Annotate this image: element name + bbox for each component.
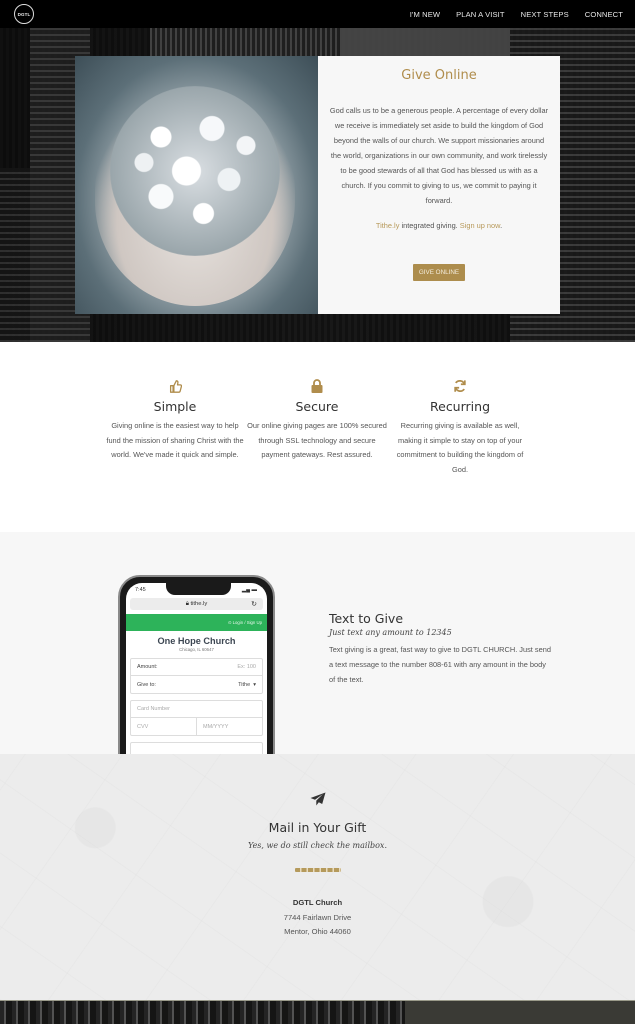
- expiry-placeholder: MM/YYYY: [203, 723, 229, 730]
- text-to-give-title: Text to Give: [329, 611, 404, 626]
- mail-title: Mail in Your Gift: [268, 820, 367, 835]
- phone-extra-form: [130, 742, 263, 754]
- give-to-selected: Tithe: [238, 681, 251, 688]
- flowers-shape: [110, 86, 280, 256]
- phone-notch: [166, 583, 231, 595]
- text-to-give-content: Text to Give Just text any amount to 123…: [329, 611, 554, 687]
- hands-flowers-image: [75, 56, 318, 314]
- footer-section: [0, 1000, 635, 1024]
- text-to-give-section: 7:45 ▂▄ ▬ 🔒︎ tithe.ly ↻ ⊙ Login / Sign U…: [0, 532, 635, 754]
- feature-body: Recurring giving is available as well, m…: [396, 421, 524, 474]
- lock-icon: 🔒︎: [185, 600, 189, 607]
- amount-label: Amount:: [137, 664, 158, 670]
- mail-subtitle: Yes, we do still check the mailbox.: [247, 841, 387, 850]
- address-name: DGTL Church: [292, 898, 343, 907]
- mail-gift-section: Mail in Your Gift Yes, we do still check…: [0, 754, 635, 1000]
- integrated-text: integrated giving.: [399, 221, 460, 230]
- phone-church-location: Chicago, IL 60647: [179, 647, 214, 652]
- divider-ornament: [294, 868, 341, 872]
- give-to-value: Tithe ▾: [238, 681, 256, 688]
- give-online-body: God calls us to be a generous people. A …: [329, 106, 549, 205]
- cvv-placeholder: CVV: [131, 718, 197, 735]
- text-to-give-subtitle: Just text any amount to 12345: [329, 628, 452, 637]
- amount-row: Amount: Ex: 100: [131, 659, 262, 676]
- extra-row: [131, 743, 262, 754]
- card-number-placeholder: Card Number: [137, 706, 171, 712]
- login-link: Login / Sign Up: [232, 620, 262, 625]
- give-online-title: Give Online: [401, 68, 477, 83]
- feature-title: Recurring: [430, 399, 490, 414]
- thumbs-up-icon: [105, 378, 245, 394]
- give-to-row: Give to: Tithe ▾: [131, 676, 262, 693]
- phone-screen: 7:45 ▂▄ ▬ 🔒︎ tithe.ly ↻ ⊙ Login / Sign U…: [126, 583, 267, 754]
- phone-url: tithe.ly: [190, 601, 208, 607]
- give-online-card: Give Online God calls us to be a generou…: [318, 56, 560, 314]
- nav-link-next-steps[interactable]: NEXT STEPS: [521, 10, 569, 19]
- feature-secure: Secure Our online giving pages are 100% …: [247, 378, 387, 463]
- nav-links: I'M NEW PLAN A VISIT NEXT STEPS CONNECT: [394, 10, 623, 19]
- phone-giving-form: Amount: Ex: 100 Give to: Tithe ▾: [130, 658, 263, 694]
- feature-title: Secure: [295, 399, 339, 414]
- feature-simple: Simple Giving online is the easiest way …: [105, 378, 245, 463]
- amount-placeholder: Ex: 100: [237, 664, 256, 670]
- reload-icon: ↻: [251, 601, 257, 608]
- phone-url-bar: 🔒︎ tithe.ly ↻: [130, 598, 263, 610]
- feature-body: Giving online is the easiest way to help…: [106, 421, 244, 460]
- phone-card-form: Card Number CVV MM/YYYY: [130, 700, 263, 736]
- nav-link-plan-a-visit[interactable]: PLAN A VISIT: [456, 10, 504, 19]
- tithely-header-bar: ⊙ Login / Sign Up: [126, 614, 267, 631]
- tithely-line: Tithe.ly integrated giving. Sign up now.: [328, 221, 550, 230]
- nav-link-im-new[interactable]: I'M NEW: [410, 10, 440, 19]
- give-online-button[interactable]: GIVE ONLINE: [412, 264, 466, 281]
- feature-recurring: Recurring Recurring giving is available …: [390, 378, 530, 477]
- card-number-row: Card Number: [131, 701, 262, 718]
- address-line2: Mentor, Ohio 44060: [284, 927, 351, 936]
- refresh-icon: [390, 378, 530, 394]
- phone-church-name: One Hope Church: [157, 636, 236, 646]
- address-line1: 7744 Fairlawn Drive: [283, 912, 352, 922]
- give-to-label: Give to:: [137, 681, 156, 688]
- paper-plane-icon: [0, 792, 635, 806]
- top-navigation: DGTL I'M NEW PLAN A VISIT NEXT STEPS CON…: [0, 0, 635, 28]
- signal-battery-icon: ▂▄ ▬: [241, 587, 257, 593]
- cvv-expiry-row: CVV MM/YYYY: [131, 718, 262, 735]
- phone-mockup: 7:45 ▂▄ ▬ 🔒︎ tithe.ly ↻ ⊙ Login / Sign U…: [118, 575, 275, 754]
- period: .: [500, 221, 503, 230]
- tithely-link[interactable]: Tithe.ly: [376, 221, 400, 230]
- sign-up-link[interactable]: Sign up now: [460, 221, 500, 230]
- lock-icon: [247, 378, 387, 394]
- text-to-give-body: Text giving is a great, fast way to give…: [329, 645, 551, 684]
- footer-divider: [0, 1000, 635, 1001]
- phone-time: 7:45: [135, 587, 146, 593]
- nav-link-connect[interactable]: CONNECT: [585, 10, 623, 19]
- feature-body: Our online giving pages are 100% secured…: [247, 421, 387, 460]
- footer-background-image: [0, 1000, 405, 1024]
- mailing-address: DGTL Church 7744 Fairlawn Drive Mentor, …: [0, 896, 635, 940]
- feature-title: Simple: [153, 399, 197, 414]
- church-logo[interactable]: DGTL: [14, 4, 34, 24]
- features-section: Simple Giving online is the easiest way …: [0, 342, 635, 532]
